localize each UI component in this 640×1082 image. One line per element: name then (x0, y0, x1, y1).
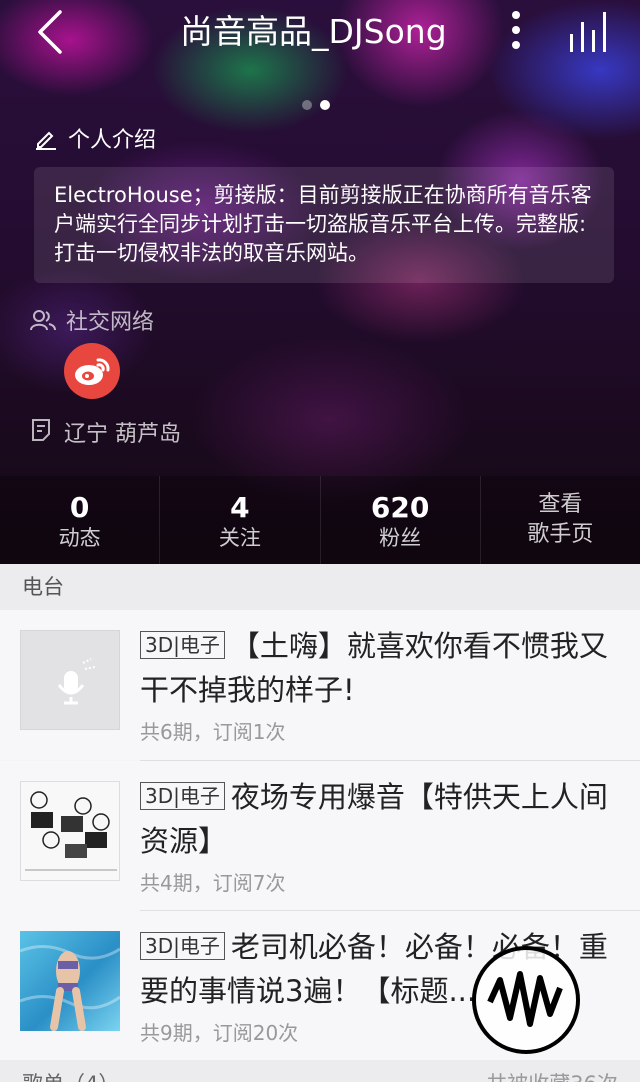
stat-following-count: 4 (230, 491, 250, 524)
stat-fans[interactable]: 620 粉丝 (321, 476, 481, 564)
page-indicator (302, 95, 342, 110)
profile-hero: 尚音高品_DJSong 个人介绍 ElectroHouse；剪接版：目前剪接版正… (0, 0, 640, 564)
intro-label-text: 个人介绍 (68, 128, 157, 153)
location-row (30, 418, 62, 442)
radio-item-meta: 共6期，订阅1次 (140, 720, 286, 744)
stat-following-label: 关注 (218, 526, 261, 550)
playlist-section-header: 歌单（4） 共被收藏36次 (0, 1060, 640, 1082)
stat-fans-label: 粉丝 (379, 526, 422, 550)
radio-cover-meme (20, 781, 120, 881)
floating-logo-icon[interactable] (470, 944, 582, 1056)
social-label: 社交网络 (30, 304, 154, 336)
radio-item-title: 3D|电子 【土嗨】就喜欢你看不惯我又干不掉我的样子! (140, 624, 625, 712)
playlist-label: 歌单（4） (22, 1072, 119, 1082)
social-label-text: 社交网络 (66, 310, 155, 335)
page-dot-active[interactable] (320, 100, 330, 110)
intro-text: ElectroHouse；剪接版：目前剪接版正在协商所有音乐客户端实行全同步计划… (34, 167, 614, 283)
radio-cover-photo (20, 931, 120, 1031)
stat-posts-count: 0 (69, 491, 90, 524)
stat-posts-label: 动态 (58, 526, 101, 550)
more-dot-icon (512, 26, 520, 34)
intro-label: 个人介绍 (34, 122, 156, 154)
stats-bar: 0 动态 4 关注 620 粉丝 查看 歌手页 (0, 476, 640, 564)
swimmer-photo-image (20, 945, 120, 1031)
stat-following[interactable]: 4 关注 (160, 476, 321, 564)
stat-posts[interactable]: 0 动态 (0, 476, 161, 564)
radio-item-meta: 共4期，订阅7次 (140, 871, 286, 895)
playlist-collect-count: 共被收藏36次 (486, 1068, 618, 1082)
weibo-button[interactable] (64, 343, 120, 399)
chevron-left-icon (38, 10, 62, 54)
weibo-icon (75, 358, 110, 385)
now-playing-button[interactable] (566, 10, 616, 54)
category-tag: 3D|电子 (140, 932, 225, 960)
page-dot[interactable] (302, 100, 312, 110)
radio-item-info: 3D|电子 夜场专用爆音【特供天上人间资源】 共4期，订阅7次 (140, 775, 625, 896)
people-icon (30, 310, 56, 331)
category-tag: 3D|电子 (140, 782, 225, 810)
top-bar: 尚音高品_DJSong (0, 0, 640, 70)
view-singer-line1: 查看 (538, 492, 583, 517)
radio-item[interactable]: 3D|电子 【土嗨】就喜欢你看不惯我又干不掉我的样子! 共6期，订阅1次 (0, 610, 640, 760)
category-tag: 3D|电子 (140, 631, 225, 659)
radio-item[interactable]: 3D|电子 夜场专用爆音【特供天上人间资源】 共4期，订阅7次 (0, 761, 640, 911)
radio-section-header: 电台 (0, 564, 640, 610)
back-button[interactable] (30, 8, 70, 56)
location-text: 辽宁 葫芦岛 (64, 422, 181, 447)
pen-icon (36, 131, 56, 150)
view-singer-line2: 歌手页 (527, 522, 594, 547)
more-dot-icon (512, 41, 520, 49)
equalizer-icon (570, 12, 606, 52)
more-dot-icon (512, 11, 520, 19)
location-card-icon (32, 419, 50, 441)
radio-cover-placeholder (20, 630, 120, 730)
microphone-icon (57, 658, 96, 705)
stat-fans-count: 620 (370, 491, 430, 524)
page-title: 尚音高品_DJSong (180, 12, 447, 51)
radio-item-info: 3D|电子 【土嗨】就喜欢你看不惯我又干不掉我的样子! 共6期，订阅1次 (140, 624, 625, 745)
radio-item-title: 3D|电子 夜场专用爆音【特供天上人间资源】 (140, 775, 625, 863)
more-options-button[interactable] (500, 8, 532, 54)
meme-comic-image (21, 782, 119, 880)
view-singer-page-button[interactable]: 查看 歌手页 (481, 476, 640, 564)
